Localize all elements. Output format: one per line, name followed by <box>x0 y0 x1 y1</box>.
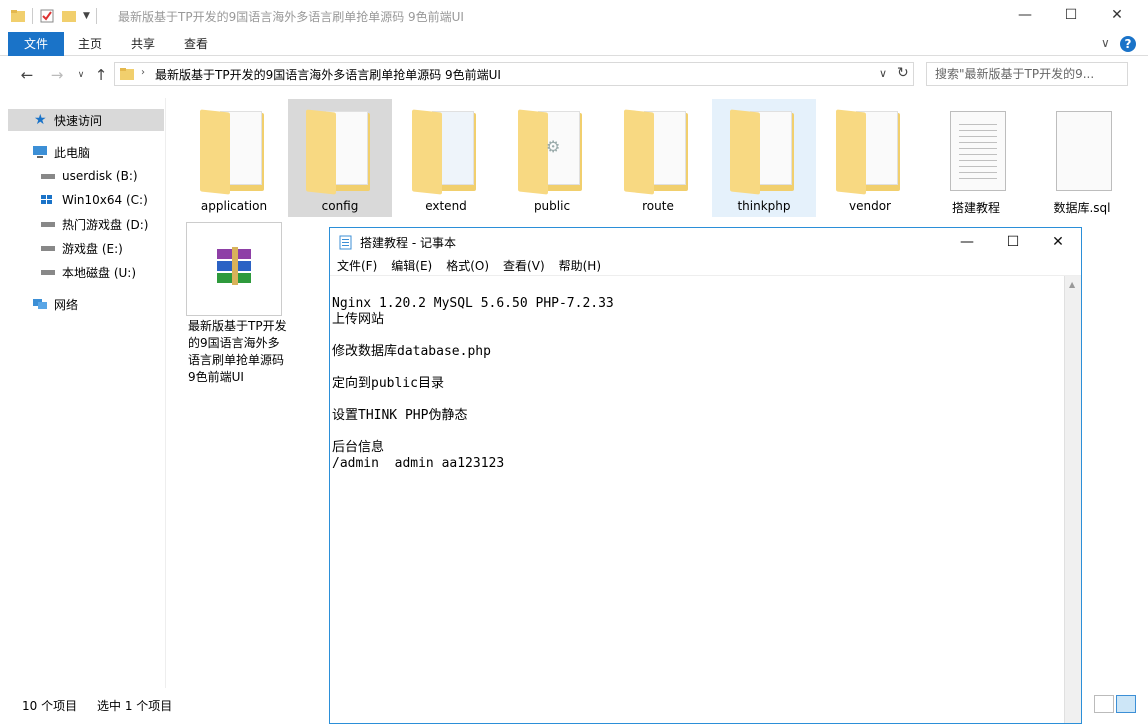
notepad-vertical-scrollbar[interactable]: ▲ <box>1064 276 1081 723</box>
notepad-menu-bar: 文件(F) 编辑(E) 格式(O) 查看(V) 帮助(H) <box>330 256 1081 276</box>
folder-icon: ⚙ <box>516 107 588 197</box>
nav-drive-d[interactable]: 热门游戏盘 (D:) <box>40 213 148 235</box>
star-icon: ★ <box>34 112 47 128</box>
folder-config[interactable]: config <box>288 99 392 217</box>
notepad-text-area[interactable]: Nginx 1.20.2 MySQL 5.6.50 PHP-7.2.33 上传网… <box>330 276 1063 723</box>
tab-home[interactable]: 主页 <box>78 32 102 56</box>
notepad-minimize-button[interactable]: — <box>944 228 990 256</box>
menu-file[interactable]: 文件(F) <box>330 257 384 274</box>
blank-document-icon <box>1046 107 1118 197</box>
network-icon <box>33 299 47 309</box>
tab-file[interactable]: 文件 <box>8 32 64 56</box>
nav-drive-e[interactable]: 游戏盘 (E:) <box>40 237 123 259</box>
ribbon-collapse-icon[interactable]: ∨ <box>1101 36 1110 50</box>
search-input[interactable]: 搜索"最新版基于TP开发的9... <box>926 62 1128 86</box>
drive-icon <box>41 246 55 251</box>
tab-view[interactable]: 查看 <box>184 32 208 56</box>
tab-share[interactable]: 共享 <box>131 32 155 56</box>
folder-vendor[interactable]: vendor <box>818 99 922 217</box>
folder-icon <box>198 107 270 197</box>
forward-arrow-icon[interactable]: → <box>48 66 66 84</box>
large-icons-view-icon[interactable] <box>1116 695 1136 713</box>
ribbon-tabs: 文件 主页 共享 查看 ∨ ? <box>0 32 1148 56</box>
drive-icon <box>41 270 55 275</box>
minimize-button[interactable]: — <box>1002 0 1048 30</box>
folder-thinkphp[interactable]: thinkphp <box>712 99 816 217</box>
menu-format[interactable]: 格式(O) <box>439 257 496 274</box>
new-folder-icon[interactable] <box>61 8 77 24</box>
nav-drive-b[interactable]: userdisk (B:) <box>40 165 138 187</box>
quick-access-toolbar: ▼ <box>10 6 97 26</box>
help-icon[interactable]: ? <box>1120 36 1136 52</box>
menu-help[interactable]: 帮助(H) <box>552 257 608 274</box>
folder-icon <box>120 68 134 80</box>
window-title: 最新版基于TP开发的9国语言海外多语言刷单抢单源码 9色前端UI <box>118 10 464 24</box>
notepad-close-button[interactable]: ✕ <box>1035 228 1081 256</box>
breadcrumb-chevron-icon[interactable]: › <box>141 67 145 78</box>
computer-icon <box>33 146 47 158</box>
folder-icon <box>834 107 906 197</box>
drive-icon <box>41 174 55 179</box>
address-dropdown-icon[interactable]: ∨ <box>879 67 887 80</box>
recent-dropdown-icon[interactable]: ∨ <box>72 66 90 84</box>
scroll-up-icon[interactable]: ▲ <box>1069 280 1075 289</box>
folder-application[interactable]: application <box>182 99 286 217</box>
back-arrow-icon[interactable]: ← <box>18 66 36 84</box>
selection-count: 选中 1 个项目 <box>97 699 173 713</box>
folder-route[interactable]: route <box>606 99 710 217</box>
text-document-icon <box>940 107 1012 197</box>
notepad-window: 搭建教程 - 记事本 — ☐ ✕ 文件(F) 编辑(E) 格式(O) 查看(V)… <box>329 227 1082 724</box>
address-path: 最新版基于TP开发的9国语言海外多语言刷单抢单源码 9色前端UI <box>155 67 501 82</box>
nav-network[interactable]: 网络 <box>32 293 78 315</box>
menu-view[interactable]: 查看(V) <box>496 257 552 274</box>
folder-icon <box>11 10 25 22</box>
windows-drive-icon <box>41 195 52 204</box>
notepad-title: 搭建教程 - 记事本 <box>360 236 456 250</box>
drive-icon <box>41 222 55 227</box>
title-bar: ▼ 最新版基于TP开发的9国语言海外多语言刷单抢单源码 9色前端UI — ☐ ✕ <box>0 0 1148 32</box>
nav-drive-u[interactable]: 本地磁盘 (U:) <box>40 261 136 283</box>
folder-extend[interactable]: extend <box>394 99 498 217</box>
folder-icon <box>304 107 376 197</box>
nav-quick-access[interactable]: ★ 快速访问 <box>8 109 164 131</box>
menu-edit[interactable]: 编辑(E) <box>384 257 439 274</box>
item-count: 10 个项目 <box>22 699 78 713</box>
folder-icon <box>410 107 482 197</box>
winrar-archive-icon <box>217 247 251 285</box>
nav-drive-c[interactable]: Win10x64 (C:) <box>40 189 148 211</box>
refresh-icon[interactable]: ↻ <box>897 65 909 81</box>
up-arrow-icon[interactable]: ↑ <box>92 66 110 84</box>
folder-public[interactable]: ⚙ public <box>500 99 604 217</box>
folder-icon <box>622 107 694 197</box>
address-row: ← → ∨ ↑ › 最新版基于TP开发的9国语言海外多语言刷单抢单源码 9色前端… <box>0 58 1148 92</box>
qat-dropdown-icon[interactable]: ▼ <box>83 11 90 21</box>
nav-this-pc[interactable]: 此电脑 <box>32 141 90 163</box>
address-bar[interactable]: › 最新版基于TP开发的9国语言海外多语言刷单抢单源码 9色前端UI ∨ ↻ <box>114 62 914 86</box>
notepad-icon <box>339 235 352 250</box>
folder-icon <box>728 107 800 197</box>
details-view-icon[interactable] <box>1094 695 1114 713</box>
file-database-sql[interactable]: 数据库.sql <box>1030 99 1134 217</box>
gear-icon: ⚙ <box>546 137 561 156</box>
notepad-maximize-button[interactable]: ☐ <box>990 228 1036 256</box>
properties-icon[interactable] <box>39 8 55 24</box>
notepad-title-bar: 搭建教程 - 记事本 — ☐ ✕ <box>330 228 1081 256</box>
archive-filename: 最新版基于TP开发的9国语言海外多语言刷单抢单源码 9色前端UI <box>188 319 287 384</box>
file-tutorial-txt[interactable]: 搭建教程 <box>924 99 1028 217</box>
maximize-button[interactable]: ☐ <box>1048 0 1094 30</box>
file-archive-rar[interactable] <box>186 222 282 316</box>
navigation-pane: ★ 快速访问 此电脑 userdisk (B:) Win10x64 (C:) 热… <box>0 98 166 688</box>
close-button[interactable]: ✕ <box>1094 0 1140 30</box>
